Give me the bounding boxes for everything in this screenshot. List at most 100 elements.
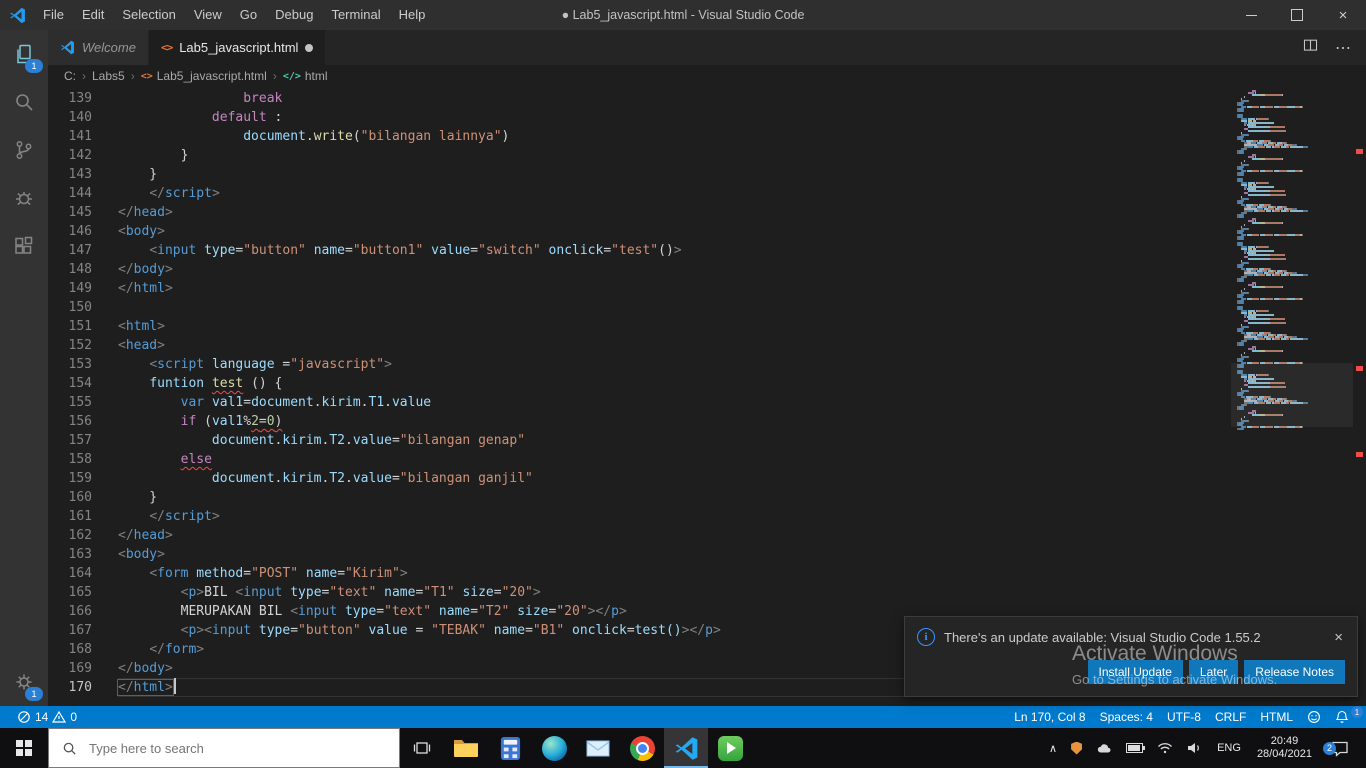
code-line[interactable]: 159 document.kirim.T2.value="bilangan ga… (48, 469, 1366, 488)
code-line[interactable]: 146 <body> (48, 222, 1366, 241)
more-actions-icon[interactable]: ⋯ (1335, 38, 1352, 58)
screen: { "titlebar": { "menus": ["File","Edit",… (0, 0, 1366, 768)
green-app-icon[interactable] (708, 728, 752, 768)
network-wifi-icon[interactable] (1150, 742, 1180, 754)
code-editor[interactable]: 139 break 140 default :141 document.write… (48, 87, 1366, 706)
code-line[interactable]: 150 (48, 298, 1366, 317)
explorer-icon[interactable]: 1 (0, 30, 48, 78)
notification-close-icon[interactable]: × (1332, 629, 1345, 646)
code-line[interactable]: 147 <input type="button" name="button1" … (48, 241, 1366, 260)
code-line[interactable]: 158 else (48, 450, 1366, 469)
code-line[interactable]: 161 </script> (48, 507, 1366, 526)
maximize-button[interactable] (1274, 0, 1320, 30)
tab-welcome[interactable]: Welcome (48, 30, 149, 65)
code-line[interactable]: 156 if (val1%2=0) (48, 412, 1366, 431)
code-line[interactable]: 152 <head> (48, 336, 1366, 355)
code-line[interactable]: 144 </script> (48, 184, 1366, 203)
menu-help[interactable]: Help (390, 0, 435, 30)
chrome-icon[interactable] (620, 728, 664, 768)
code-line[interactable]: 141 document.write("bilangan lainnya") (48, 127, 1366, 146)
code-line[interactable]: 149 </html> (48, 279, 1366, 298)
eol-setting[interactable]: CRLF (1208, 710, 1253, 724)
language-mode[interactable]: HTML (1253, 710, 1300, 724)
split-editor-icon[interactable] (1302, 37, 1319, 59)
later-button[interactable]: Later (1188, 660, 1239, 684)
extensions-icon[interactable] (0, 222, 48, 270)
install-update-button[interactable]: Install Update (1087, 660, 1183, 684)
code-line[interactable]: 153 <script language ="javascript"> (48, 355, 1366, 374)
breadcrumb[interactable]: C: › Labs5 › <> Lab5_javascript.html › <… (48, 65, 1366, 87)
battery-icon[interactable] (1119, 743, 1150, 753)
cursor-position[interactable]: Ln 170, Col 8 (1007, 710, 1092, 724)
antivirus-shield-icon[interactable] (1064, 741, 1089, 755)
breadcrumb-file[interactable]: Lab5_javascript.html (157, 69, 267, 83)
windows-logo-icon (16, 740, 32, 756)
menu-terminal[interactable]: Terminal (322, 0, 389, 30)
close-button[interactable]: × (1320, 0, 1366, 30)
code-line[interactable]: 143 } (48, 165, 1366, 184)
notifications-bell-icon[interactable]: 1 (1328, 706, 1363, 724)
edge-browser-icon[interactable] (532, 728, 576, 768)
source-control-icon[interactable] (0, 126, 48, 174)
calculator-icon[interactable] (488, 728, 532, 768)
file-explorer-icon[interactable] (444, 728, 488, 768)
tab-lab5-javascript[interactable]: <> Lab5_javascript.html (148, 30, 327, 65)
hidden-icons-chevron[interactable]: ∧ (1042, 742, 1064, 755)
search-icon[interactable] (0, 78, 48, 126)
onedrive-cloud-icon[interactable] (1089, 742, 1119, 754)
feedback-smiley-icon[interactable] (1300, 710, 1328, 724)
search-input[interactable] (87, 739, 371, 757)
minimize-button[interactable] (1228, 0, 1274, 30)
manage-gear-icon[interactable]: 1 (0, 658, 48, 706)
code-line[interactable]: 160 } (48, 488, 1366, 507)
menu-view[interactable]: View (185, 0, 231, 30)
code-line[interactable]: 163 <body> (48, 545, 1366, 564)
menu-edit[interactable]: Edit (73, 0, 113, 30)
code-line[interactable]: 139 break (48, 89, 1366, 108)
menu-debug[interactable]: Debug (266, 0, 322, 30)
code-line[interactable]: 155 var val1=document.kirim.T1.value (48, 393, 1366, 412)
mail-icon[interactable] (576, 728, 620, 768)
language-indicator[interactable]: ENG (1210, 742, 1248, 754)
problems-indicator[interactable]: 14 0 (10, 710, 84, 724)
action-center-icon[interactable]: 2 (1321, 740, 1359, 757)
vscode-logo-icon (0, 7, 34, 24)
breadcrumb-drive[interactable]: C: (64, 69, 76, 83)
breadcrumb-symbol[interactable]: html (305, 69, 328, 83)
code-line[interactable]: 162 </head> (48, 526, 1366, 545)
code-line[interactable]: 140 default : (48, 108, 1366, 127)
tab-label: Lab5_javascript.html (179, 40, 299, 55)
overview-ruler[interactable] (1353, 87, 1366, 706)
modified-dot-icon[interactable] (305, 43, 314, 52)
code-line[interactable]: 165 <p>BIL <input type="text" name="T1" … (48, 583, 1366, 602)
menu-selection[interactable]: Selection (113, 0, 184, 30)
code-line[interactable]: 154 funtion test () { (48, 374, 1366, 393)
start-button[interactable] (0, 728, 48, 768)
code-line[interactable]: 145 </head> (48, 203, 1366, 222)
html-symbol-icon: </> (282, 70, 301, 82)
taskbar-search[interactable] (48, 728, 400, 768)
vscode-taskbar-icon[interactable] (664, 728, 708, 768)
menu-go[interactable]: Go (231, 0, 266, 30)
line-number: 147 (68, 243, 92, 258)
code-line[interactable]: 148 </body> (48, 260, 1366, 279)
minimap[interactable] (1231, 87, 1353, 706)
menu-file[interactable]: File (34, 0, 73, 30)
run-debug-icon[interactable] (0, 174, 48, 222)
code-line[interactable]: 157 document.kirim.T2.value="bilangan ge… (48, 431, 1366, 450)
tab-label: Welcome (82, 40, 136, 55)
encoding-setting[interactable]: UTF-8 (1160, 710, 1208, 724)
task-view-button[interactable] (400, 728, 444, 768)
activity-bar: 1 1 (0, 30, 48, 706)
minimap-viewport[interactable] (1231, 363, 1353, 427)
line-number: 168 (68, 642, 92, 657)
breadcrumb-folder[interactable]: Labs5 (92, 69, 125, 83)
indentation-setting[interactable]: Spaces: 4 (1093, 710, 1160, 724)
code-line[interactable]: 142 } (48, 146, 1366, 165)
code-line[interactable]: 164 <form method="POST" name="Kirim"> (48, 564, 1366, 583)
code-line[interactable]: 151 <html> (48, 317, 1366, 336)
release-notes-button[interactable]: Release Notes (1244, 660, 1345, 684)
taskbar-clock[interactable]: 20:49 28/04/2021 (1248, 735, 1321, 761)
volume-icon[interactable] (1180, 742, 1210, 754)
text-cursor (173, 678, 176, 694)
